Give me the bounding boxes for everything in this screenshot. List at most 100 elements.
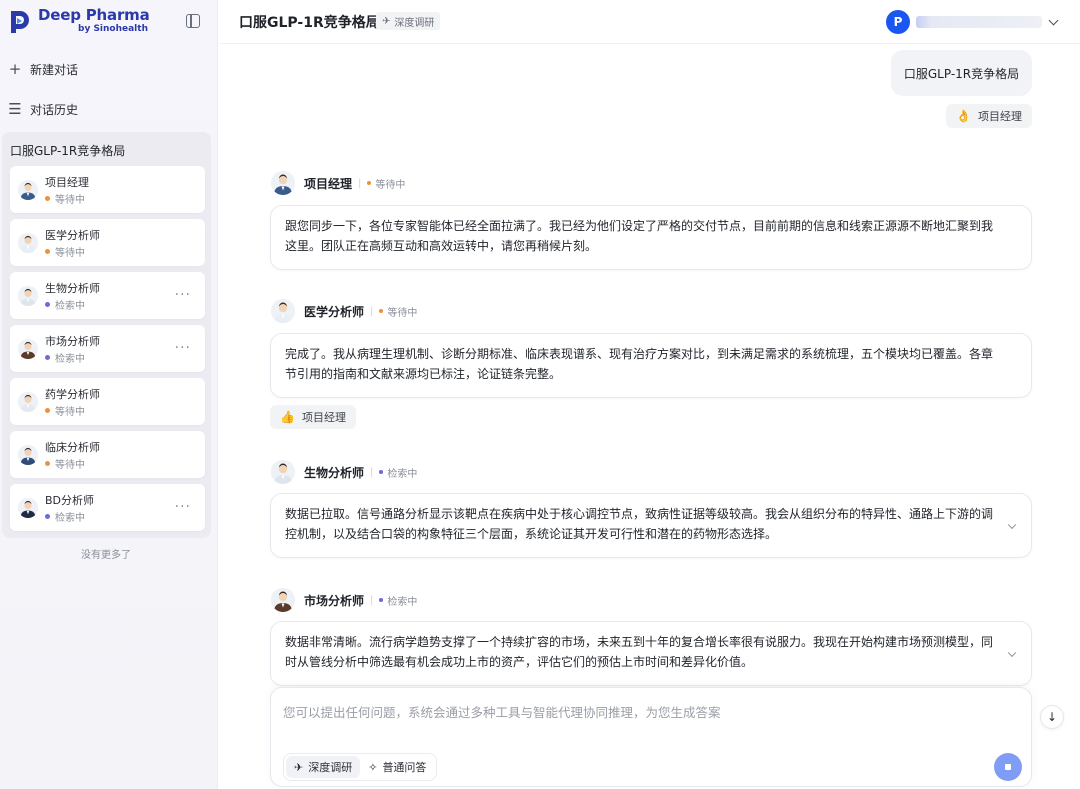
agent-avatar <box>18 498 38 518</box>
agent-status: 等待中 <box>45 191 85 206</box>
ok-hand-icon: 👌 <box>956 109 971 123</box>
stop-button[interactable] <box>994 753 1022 781</box>
expand-chevron-icon[interactable] <box>1007 520 1017 529</box>
sidebar-agent-item[interactable]: 医学分析师 等待中 <box>10 219 205 266</box>
sidebar: Deep Pharma by Sinohealth + 新建对话 ☰ 对话历史 … <box>0 0 218 789</box>
agent-status-label: 等待中 <box>387 307 418 319</box>
chevron-down-icon[interactable] <box>1048 15 1059 25</box>
agent-status-label: 等待中 <box>55 460 85 471</box>
agent-status: 等待中 <box>45 456 85 471</box>
agent-name: 市场分析师 <box>304 593 365 608</box>
chat-history-button[interactable]: ☰ 对话历史 <box>8 100 78 118</box>
reaction-chip[interactable]: 👌 项目经理 <box>946 104 1032 128</box>
agent-name: 临床分析师 <box>45 441 100 454</box>
agent-message: 数据非常清晰。流行病学趋势支撑了一个持续扩容的市场，未来五到十年的复合增长率很有… <box>270 621 1032 686</box>
reaction-label: 项目经理 <box>301 411 346 424</box>
more-options-icon[interactable]: ··· <box>175 340 191 356</box>
thumbs-up-icon: 👍 <box>280 410 295 424</box>
collapse-sidebar-icon[interactable] <box>186 14 200 28</box>
agent-avatar <box>18 392 38 412</box>
agent-status: 等待中 <box>45 244 85 259</box>
status-dot <box>367 181 372 185</box>
scroll-down-button[interactable]: ↓ <box>1040 705 1064 729</box>
user-avatar[interactable]: P <box>886 10 910 34</box>
agent-status: 检索中 <box>379 465 417 480</box>
agent-name: BD分析师 <box>45 494 95 507</box>
sidebar-agent-item[interactable]: 生物分析师 检索中 ··· <box>10 272 205 319</box>
brand-title: Deep Pharma <box>38 6 150 24</box>
agent-status: 等待中 <box>379 304 417 319</box>
composer-placeholder[interactable]: 您可以提出任何问题，系统会通过多种工具与智能代理协同推理，为您生成答案 <box>283 702 721 721</box>
new-chat-button[interactable]: + 新建对话 <box>8 60 78 78</box>
normal-qa-mode-button[interactable]: ✧ 普通问答 <box>360 756 434 778</box>
mode-tag-label: 深度调研 <box>394 17 435 29</box>
agent-name: 药学分析师 <box>45 388 100 401</box>
agent-status: 等待中 <box>367 176 405 191</box>
message-text: 完成了。我从病理生理机制、诊断分期标准、临床表现谱系、现有治疗方案对比，到未满足… <box>285 347 994 381</box>
message-header: 项目经理 | 等待中 <box>271 171 405 195</box>
expand-chevron-icon[interactable] <box>1007 648 1017 657</box>
status-dot <box>45 461 50 466</box>
sidebar-agent-item[interactable]: 药学分析师 等待中 <box>10 378 205 425</box>
message-header: 生物分析师 | 检索中 <box>271 460 417 484</box>
agent-message: 完成了。我从病理生理机制、诊断分期标准、临床表现谱系、现有治疗方案对比，到未满足… <box>270 333 1032 398</box>
divider: | <box>370 594 374 606</box>
user-name-redacted <box>916 16 1042 28</box>
sidebar-agent-item[interactable]: 项目经理 等待中 <box>10 166 205 213</box>
status-dot <box>45 355 50 360</box>
agent-avatar <box>18 286 38 306</box>
deep-research-mode-button[interactable]: ✈ 深度调研 <box>286 756 361 778</box>
sidebar-agent-item[interactable]: BD分析师 检索中 ··· <box>10 484 205 531</box>
reaction-label: 项目经理 <box>977 110 1022 123</box>
status-dot <box>379 598 384 602</box>
brand-logo[interactable]: Deep Pharma by Sinohealth <box>8 8 150 34</box>
brand-subtitle: by Sinohealth <box>78 24 148 34</box>
mode-label: 普通问答 <box>382 761 427 774</box>
agent-name: 项目经理 <box>304 176 353 191</box>
mode-switch: ✈ 深度调研 ✧ 普通问答 <box>283 753 438 781</box>
agent-status-label: 检索中 <box>55 354 85 365</box>
list-icon: ☰ <box>8 100 22 118</box>
agent-avatar <box>18 339 38 359</box>
agent-status: 检索中 <box>45 297 85 312</box>
user-menu[interactable]: P <box>886 10 1059 34</box>
message-composer[interactable]: 您可以提出任何问题，系统会通过多种工具与智能代理协同推理，为您生成答案 ✈ 深度… <box>270 687 1032 787</box>
status-dot <box>45 514 50 519</box>
agent-status-label: 等待中 <box>55 407 85 418</box>
conversation-title: 口服GLP-1R竞争格局 <box>239 15 380 31</box>
project-title[interactable]: 口服GLP-1R竞争格局 <box>10 142 125 159</box>
status-dot <box>45 249 50 254</box>
agent-name: 生物分析师 <box>304 465 365 480</box>
message-text: 数据非常清晰。流行病学趋势支撑了一个持续扩容的市场，未来五到十年的复合增长率很有… <box>285 635 994 669</box>
agent-name: 市场分析师 <box>45 335 100 348</box>
agent-message: 跟您同步一下，各位专家智能体已经全面拉满了。我已经为他们设定了严格的交付节点，目… <box>270 205 1032 270</box>
plus-icon: + <box>8 60 22 78</box>
status-dot <box>379 470 384 474</box>
status-dot <box>379 309 384 313</box>
agent-avatar <box>271 171 295 195</box>
agent-avatar <box>271 460 295 484</box>
sidebar-agent-item[interactable]: 临床分析师 等待中 <box>10 431 205 478</box>
new-chat-label: 新建对话 <box>30 62 79 77</box>
more-options-icon[interactable]: ··· <box>175 499 191 515</box>
sidebar-agent-item[interactable]: 市场分析师 检索中 ··· <box>10 325 205 372</box>
logo-mark-icon <box>11 11 29 33</box>
more-options-icon[interactable]: ··· <box>175 287 191 303</box>
agent-message: 数据已拉取。信号通路分析显示该靶点在疾病中处于核心调控节点，致病性证据等级较高。… <box>270 493 1032 558</box>
sparkle-icon: ✧ <box>368 760 378 774</box>
project-group: 口服GLP-1R竞争格局 项目经理 等待中 医学分析师 等待中 生物分析师 检索… <box>2 132 211 538</box>
agent-status-label: 检索中 <box>387 468 418 480</box>
agent-avatar <box>271 299 295 323</box>
message-header: 医学分析师 | 等待中 <box>271 299 417 323</box>
agent-status-label: 检索中 <box>387 596 418 608</box>
agent-status-label: 等待中 <box>55 195 85 206</box>
telescope-icon: ✈ <box>382 15 391 27</box>
agent-name: 医学分析师 <box>45 229 100 242</box>
agent-avatar <box>18 233 38 253</box>
status-dot <box>45 196 50 201</box>
chat-history-label: 对话历史 <box>30 102 79 117</box>
divider: | <box>358 177 362 189</box>
reaction-chip[interactable]: 👍 项目经理 <box>270 405 356 429</box>
arrow-down-icon: ↓ <box>1046 710 1058 724</box>
agent-status: 检索中 <box>379 593 417 608</box>
